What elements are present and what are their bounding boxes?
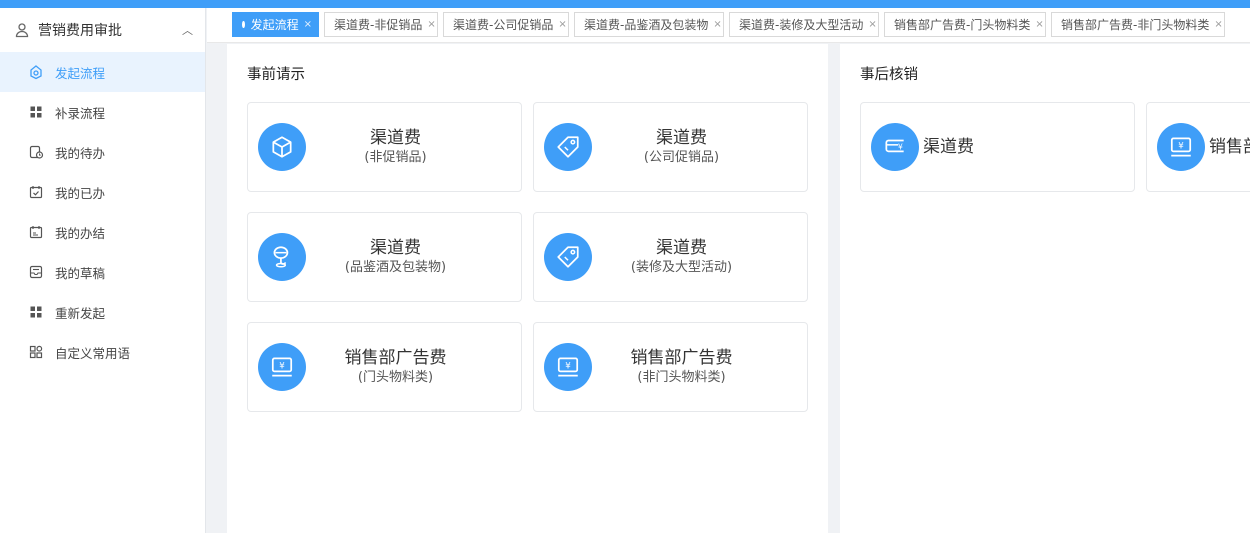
monitor-yen-icon: ¥ xyxy=(1157,123,1205,171)
card-title: 渠道费 xyxy=(656,238,707,258)
sidebar-item-my-done[interactable]: 我的已办 xyxy=(0,172,205,212)
monitor-yen-icon: ¥ xyxy=(544,343,592,391)
svg-text:¥: ¥ xyxy=(898,143,903,152)
sidebar-item-my-finished[interactable]: 我的办结 xyxy=(0,212,205,252)
sidebar-item-label: 补录流程 xyxy=(55,105,106,121)
monitor-yen-icon: ¥ xyxy=(258,343,306,391)
card-subtitle: (非促销品) xyxy=(364,150,427,165)
pre-approval-panel: 事前请示 渠道费 (非促销品) 渠道费 (公司促销品) 渠道费 (品鉴酒及包装物… xyxy=(227,44,828,533)
user-icon xyxy=(15,23,29,38)
sidebar-header[interactable]: 营销费用审批 ︿ xyxy=(0,8,205,52)
sidebar-item-label: 我的草稿 xyxy=(55,265,106,281)
sidebar-header-label: 营销费用审批 xyxy=(38,23,122,39)
panel-title: 事前请示 xyxy=(247,67,305,83)
tab-channel-company-promo[interactable]: 渠道费-公司促销品 × xyxy=(443,12,569,37)
tab-ad-storefront[interactable]: 销售部广告费-门头物料类 × xyxy=(884,12,1046,37)
sidebar-item-supplement-flow[interactable]: 补录流程 xyxy=(0,92,205,132)
sidebar-item-label: 我的已办 xyxy=(55,185,106,201)
card-title: 销售部广告费 xyxy=(344,348,447,368)
card-post-channel[interactable]: ¥ 渠道费 xyxy=(860,102,1135,192)
close-icon[interactable]: × xyxy=(1214,19,1222,30)
svg-text:¥: ¥ xyxy=(565,362,571,372)
card-subtitle: (装修及大型活动) xyxy=(630,260,733,275)
card-post-ad[interactable]: ¥ 销售部 xyxy=(1146,102,1250,192)
chevron-up-icon: ︿ xyxy=(182,24,193,37)
flow-icon xyxy=(30,65,42,80)
close-icon[interactable]: × xyxy=(558,19,566,30)
card-channel-decoration-events[interactable]: 渠道费 (装修及大型活动) xyxy=(533,212,808,302)
active-dot-icon xyxy=(242,21,245,28)
wine-icon xyxy=(258,233,306,281)
tab-label: 销售部广告费-门头物料类 xyxy=(894,18,1031,32)
tab-bar: 发起流程 × 渠道费-非促销品 × 渠道费-公司促销品 × 渠道费-品鉴酒及包装… xyxy=(207,8,1250,43)
todo-icon xyxy=(29,145,44,159)
close-icon[interactable]: × xyxy=(427,19,435,30)
sidebar-item-restart[interactable]: 重新发起 xyxy=(0,292,205,332)
sidebar: 营销费用审批 ︿ 发起流程 补录流程 我的待办 我的已办 我的办结 我的草稿 重… xyxy=(0,8,206,533)
tab-ad-non-storefront[interactable]: 销售部广告费-非门头物料类 × xyxy=(1051,12,1225,37)
card-subtitle: (公司促销品) xyxy=(643,150,720,165)
sidebar-item-custom-phrases[interactable]: 自定义常用语 xyxy=(0,332,205,372)
card-title: 渠道费 xyxy=(923,137,974,157)
panel-title: 事后核销 xyxy=(860,67,918,83)
draft-icon xyxy=(29,265,43,279)
card-yen-icon: ¥ xyxy=(871,123,919,171)
sidebar-item-label: 发起流程 xyxy=(55,65,106,81)
card-ad-storefront[interactable]: ¥ 销售部广告费 (门头物料类) xyxy=(247,322,522,412)
sidebar-item-label: 我的待办 xyxy=(55,145,106,161)
svg-text:¥: ¥ xyxy=(1178,142,1184,152)
sidebar-item-label: 自定义常用语 xyxy=(55,345,131,361)
card-subtitle: (门头物料类) xyxy=(357,370,434,385)
svg-text:¥: ¥ xyxy=(279,362,285,372)
grid-icon xyxy=(30,106,42,118)
card-title: 渠道费 xyxy=(370,128,421,148)
close-icon[interactable]: × xyxy=(1035,19,1043,30)
calendar-done-icon xyxy=(29,226,43,239)
close-icon[interactable]: × xyxy=(868,19,876,30)
card-title: 渠道费 xyxy=(656,128,707,148)
close-icon[interactable]: × xyxy=(713,19,721,30)
tab-label: 渠道费-非促销品 xyxy=(334,18,423,32)
sidebar-item-label: 我的办结 xyxy=(55,225,106,241)
tab-label: 发起流程 xyxy=(250,18,299,32)
card-channel-company-promo[interactable]: 渠道费 (公司促销品) xyxy=(533,102,808,192)
sidebar-item-label: 重新发起 xyxy=(55,305,106,321)
sidebar-item-my-drafts[interactable]: 我的草稿 xyxy=(0,252,205,292)
card-title: 销售部广告费 xyxy=(630,348,733,368)
grid-icon xyxy=(30,306,42,318)
tab-channel-tasting-wine[interactable]: 渠道费-品鉴酒及包装物 × xyxy=(574,12,724,37)
card-channel-non-promo[interactable]: 渠道费 (非促销品) xyxy=(247,102,522,192)
top-accent-bar xyxy=(0,0,1250,8)
card-title: 渠道费 xyxy=(370,238,421,258)
close-icon[interactable]: × xyxy=(304,19,312,30)
sidebar-item-my-todo[interactable]: 我的待办 xyxy=(0,132,205,172)
sidebar-item-start-flow[interactable]: 发起流程 xyxy=(0,52,205,92)
tab-channel-non-promo[interactable]: 渠道费-非促销品 × xyxy=(324,12,438,37)
card-subtitle: (品鉴酒及包装物) xyxy=(344,260,447,275)
tab-label: 渠道费-公司促销品 xyxy=(453,18,554,32)
tab-label: 渠道费-品鉴酒及包装物 xyxy=(584,18,709,32)
apps-icon xyxy=(29,345,43,359)
tab-label: 渠道费-装修及大型活动 xyxy=(739,18,864,32)
tag-icon xyxy=(544,233,592,281)
tab-channel-decoration-events[interactable]: 渠道费-装修及大型活动 × xyxy=(729,12,879,37)
box-icon xyxy=(258,123,306,171)
card-ad-non-storefront[interactable]: ¥ 销售部广告费 (非门头物料类) xyxy=(533,322,808,412)
tag-icon xyxy=(544,123,592,171)
card-subtitle: (非门头物料类) xyxy=(637,370,726,385)
tab-start-flow[interactable]: 发起流程 × xyxy=(232,12,319,37)
card-channel-tasting-wine[interactable]: 渠道费 (品鉴酒及包装物) xyxy=(247,212,522,302)
calendar-check-icon xyxy=(29,186,43,199)
tab-label: 销售部广告费-非门头物料类 xyxy=(1061,18,1210,32)
post-verification-panel: 事后核销 ¥ 渠道费 ¥ 销售部 xyxy=(840,44,1250,533)
card-title: 销售部 xyxy=(1209,137,1250,157)
